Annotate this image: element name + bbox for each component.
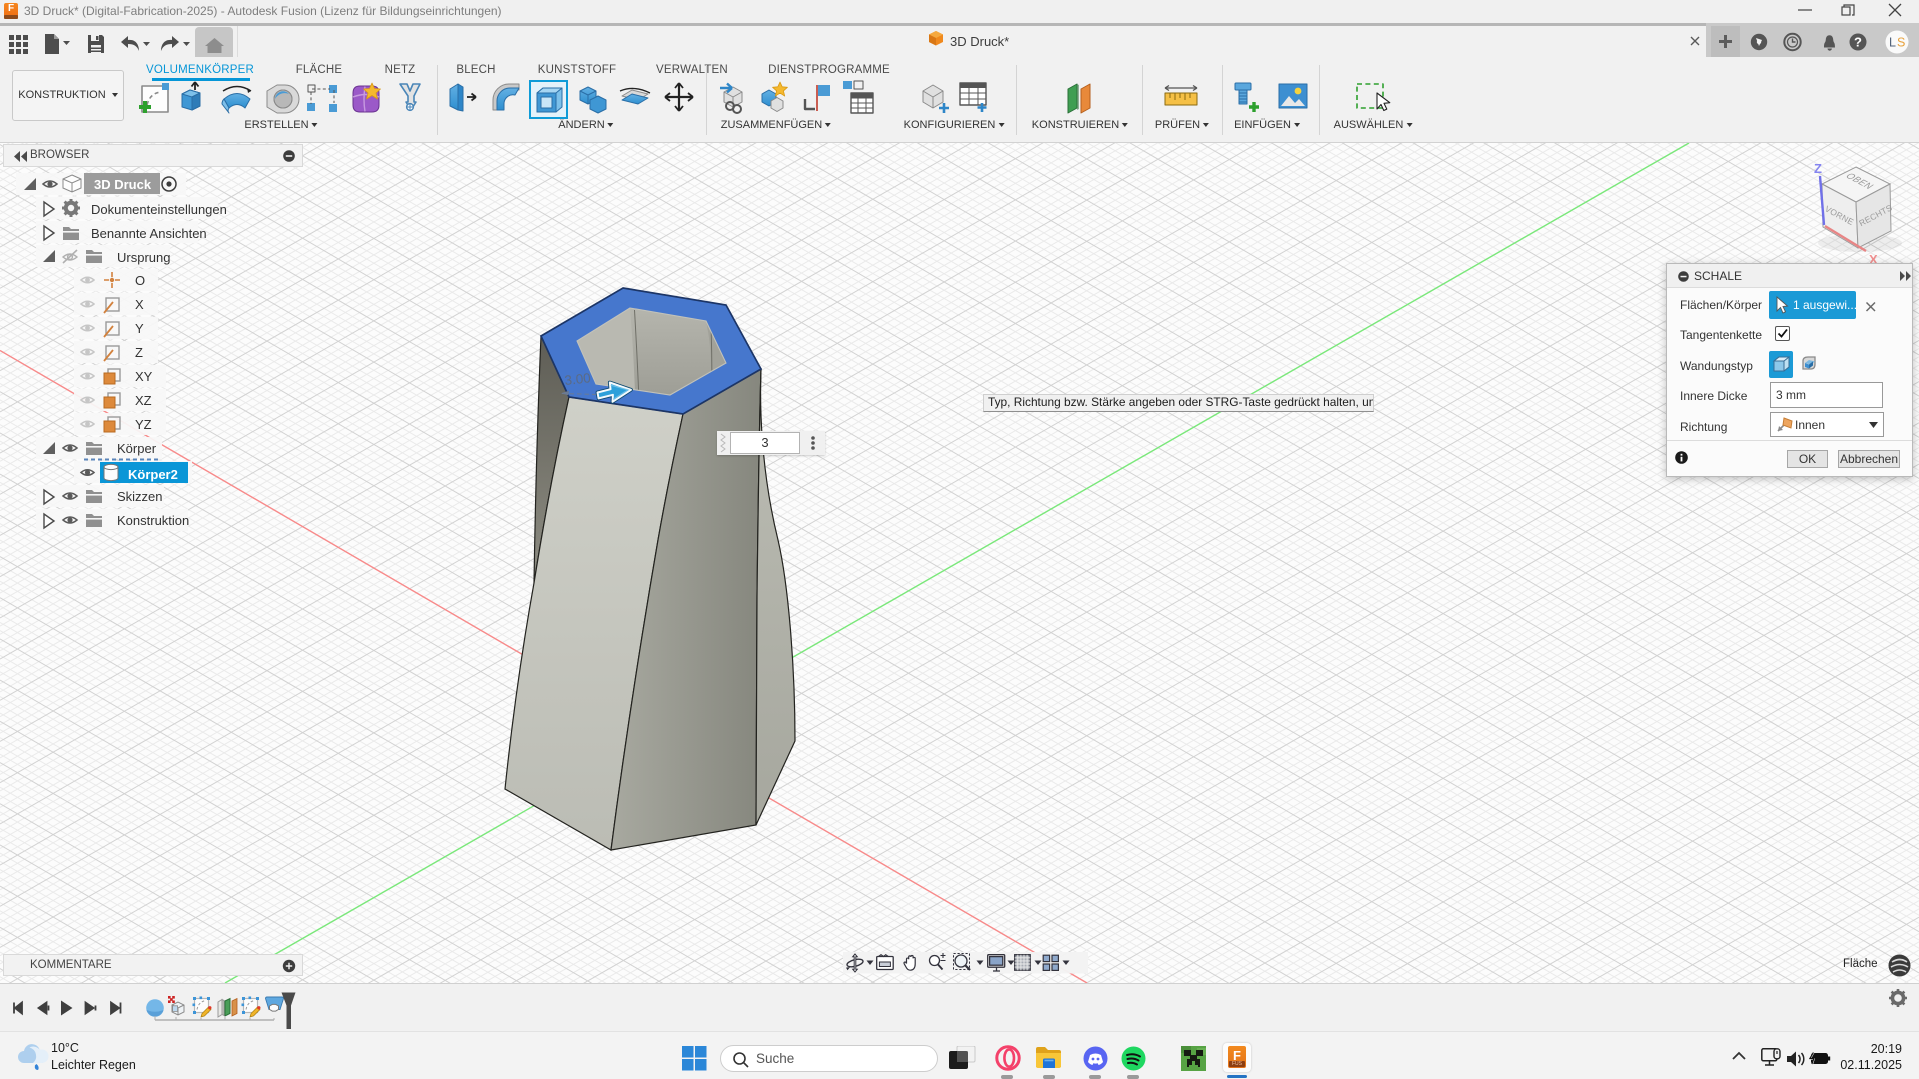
svg-text:Y: Y [135,321,144,336]
svg-text:Z: Z [135,345,143,360]
svg-text:Körper: Körper [117,441,157,456]
svg-text:O: O [135,273,145,288]
svg-text:Skizzen: Skizzen [117,489,163,504]
svg-text:XZ: XZ [135,393,152,408]
svg-text:Z: Z [1814,161,1822,176]
svg-text:XY: XY [135,369,153,384]
svg-text:3D Druck: 3D Druck [94,177,152,192]
svg-text:Ursprung: Ursprung [117,250,170,265]
svg-text:L: L [1889,36,1896,50]
svg-text:Benannte Ansichten: Benannte Ansichten [91,226,207,241]
svg-text:Konstruktion: Konstruktion [117,513,189,528]
svg-text:Körper2: Körper2 [128,467,178,482]
svg-text:3.00: 3.00 [564,370,592,388]
svg-text:?: ? [1854,35,1862,50]
svg-text:YZ: YZ [135,417,152,432]
svg-text:S: S [1897,36,1905,50]
svg-text:X: X [135,297,144,312]
svg-text:3D Druck*: 3D Druck* [950,34,1009,49]
svg-text:Dokumenteinstellungen: Dokumenteinstellungen [91,202,227,217]
